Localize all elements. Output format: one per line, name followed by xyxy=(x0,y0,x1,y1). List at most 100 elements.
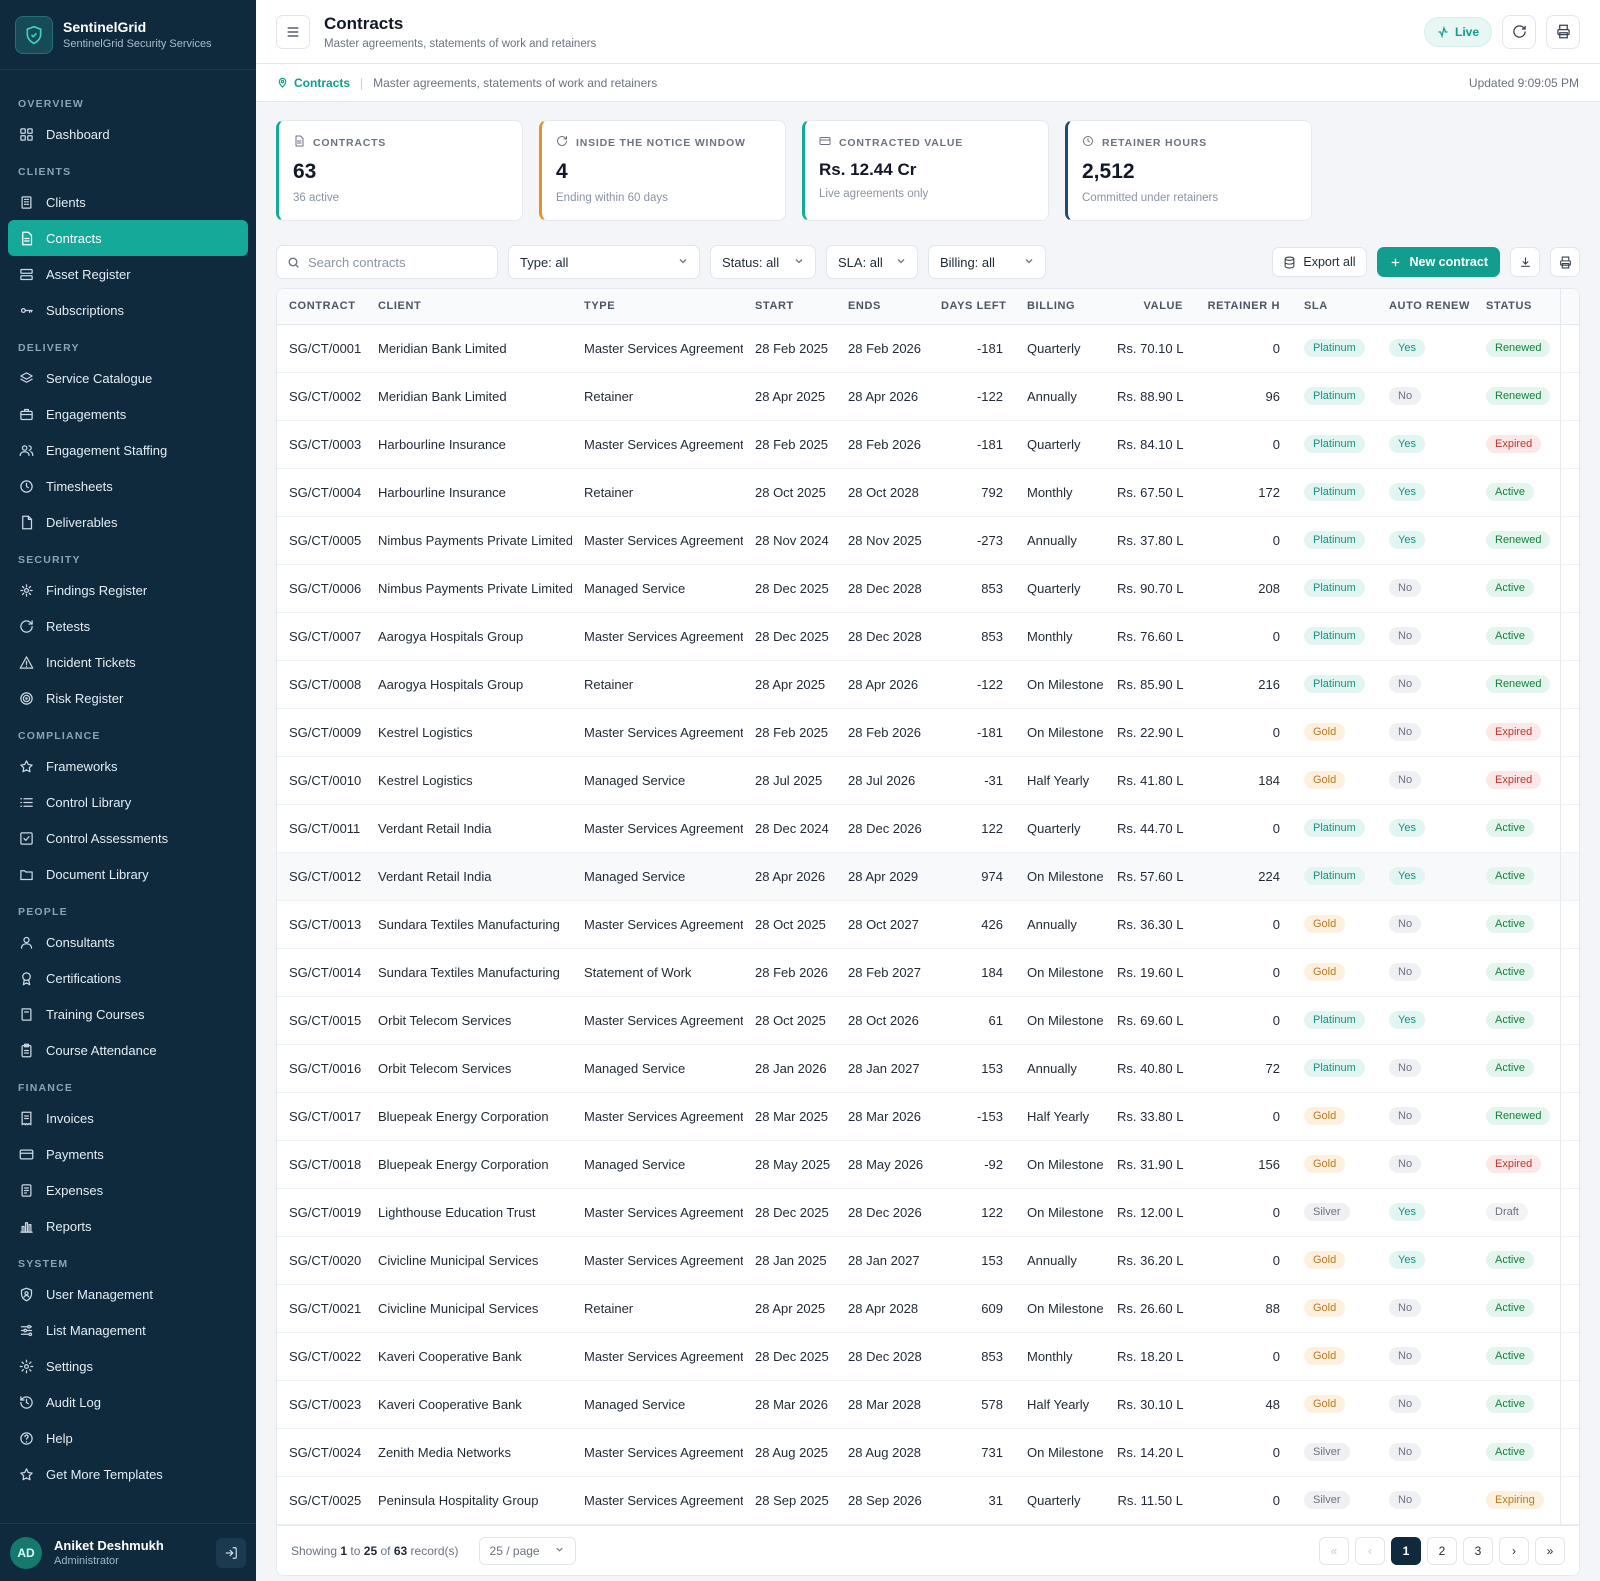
next-page-button[interactable]: › xyxy=(1499,1536,1529,1565)
per-page-select[interactable]: 25 / page xyxy=(478,1536,576,1565)
sidebar-item-certifications[interactable]: Certifications xyxy=(8,960,248,996)
column-header-contract[interactable]: CONTRACT xyxy=(277,289,366,325)
sidebar-item-get-more-templates[interactable]: Get More Templates xyxy=(8,1456,248,1492)
sidebar-item-list-management[interactable]: List Management xyxy=(8,1312,248,1348)
sidebar-item-help[interactable]: Help xyxy=(8,1420,248,1456)
row-actions-cell[interactable] xyxy=(1559,1236,1579,1285)
column-header-auto-renew[interactable]: AUTO RENEW xyxy=(1377,289,1474,325)
row-actions-cell[interactable] xyxy=(1559,1044,1579,1093)
sla-filter-select[interactable]: SLA: all xyxy=(826,245,918,279)
status-filter-select[interactable]: Status: all xyxy=(710,245,816,279)
download-button[interactable] xyxy=(1510,247,1540,277)
row-actions-cell[interactable] xyxy=(1559,1332,1579,1381)
billing-filter-select[interactable]: Billing: all xyxy=(928,245,1046,279)
sidebar-item-control-library[interactable]: Control Library xyxy=(8,784,248,820)
sidebar-item-training-courses[interactable]: Training Courses xyxy=(8,996,248,1032)
row-actions-cell[interactable] xyxy=(1559,564,1579,613)
table-row[interactable]: SG/CT/0015 Orbit Telecom Services Master S… xyxy=(277,996,1579,1045)
table-row[interactable]: SG/CT/0023 Kaveri Cooperative Bank Managed… xyxy=(277,1380,1579,1429)
column-header-days-left[interactable]: DAYS LEFT xyxy=(929,289,1015,325)
row-actions-cell[interactable] xyxy=(1559,324,1579,373)
row-actions-cell[interactable] xyxy=(1559,1380,1579,1429)
row-actions-cell[interactable] xyxy=(1559,852,1579,901)
sidebar-item-retests[interactable]: Retests xyxy=(8,608,248,644)
row-actions-cell[interactable] xyxy=(1559,660,1579,709)
page-button-3[interactable]: 3 xyxy=(1463,1536,1493,1565)
table-row[interactable]: SG/CT/0021 Civicline Municipal Services Re… xyxy=(277,1284,1579,1333)
column-header-sla[interactable]: SLA xyxy=(1292,289,1377,325)
column-header-status[interactable]: STATUS xyxy=(1474,289,1560,325)
column-header-retainer-h[interactable]: RETAINER H xyxy=(1195,289,1292,325)
row-actions-cell[interactable] xyxy=(1559,996,1579,1045)
row-actions-cell[interactable] xyxy=(1559,468,1579,517)
table-row[interactable]: SG/CT/0013 Sundara Textiles Manufacturing… xyxy=(277,900,1579,949)
table-row[interactable]: SG/CT/0001 Meridian Bank Limited Master Se… xyxy=(277,324,1579,373)
sidebar-item-control-assessments[interactable]: Control Assessments xyxy=(8,820,248,856)
logout-button[interactable] xyxy=(216,1537,246,1568)
sidebar-item-dashboard[interactable]: Dashboard xyxy=(8,116,248,152)
live-toggle[interactable]: Live xyxy=(1423,16,1492,47)
prev-page-button[interactable]: ‹ xyxy=(1355,1536,1385,1565)
page-button-2[interactable]: 2 xyxy=(1427,1536,1457,1565)
sidebar-item-course-attendance[interactable]: Course Attendance xyxy=(8,1032,248,1068)
column-header-type[interactable]: TYPE xyxy=(572,289,743,325)
sidebar-item-engagements[interactable]: Engagements xyxy=(8,396,248,432)
row-actions-cell[interactable] xyxy=(1559,516,1579,565)
table-row[interactable]: SG/CT/0007 Aarogya Hospitals Group Master … xyxy=(277,612,1579,661)
row-actions-cell[interactable] xyxy=(1559,1092,1579,1141)
page-button-1[interactable]: 1 xyxy=(1391,1536,1421,1565)
row-actions-cell[interactable] xyxy=(1559,1140,1579,1189)
sidebar-item-audit-log[interactable]: Audit Log xyxy=(8,1384,248,1420)
sidebar-item-service-catalogue[interactable]: Service Catalogue xyxy=(8,360,248,396)
row-actions-cell[interactable] xyxy=(1559,1476,1579,1525)
column-header-start[interactable]: START xyxy=(743,289,836,325)
table-row[interactable]: SG/CT/0014 Sundara Textiles Manufacturing… xyxy=(277,948,1579,997)
sidebar-item-expenses[interactable]: Expenses xyxy=(8,1172,248,1208)
sidebar-item-reports[interactable]: Reports xyxy=(8,1208,248,1244)
sidebar-item-engagement-staffing[interactable]: Engagement Staffing xyxy=(8,432,248,468)
print-button[interactable] xyxy=(1546,14,1580,49)
table-row[interactable]: SG/CT/0006 Nimbus Payments Private Limite… xyxy=(277,564,1579,613)
row-actions-cell[interactable] xyxy=(1559,612,1579,661)
sidebar-item-incident-tickets[interactable]: Incident Tickets xyxy=(8,644,248,680)
table-row[interactable]: SG/CT/0011 Verdant Retail India Master Ser… xyxy=(277,804,1579,853)
sidebar-item-deliverables[interactable]: Deliverables xyxy=(8,504,248,540)
column-header-ends[interactable]: ENDS xyxy=(836,289,929,325)
export-all-button[interactable]: Export all xyxy=(1272,247,1367,277)
table-row[interactable]: SG/CT/0012 Verdant Retail India Managed Se… xyxy=(277,852,1579,901)
sidebar-item-risk-register[interactable]: Risk Register xyxy=(8,680,248,716)
row-actions-cell[interactable] xyxy=(1559,708,1579,757)
table-row[interactable]: SG/CT/0025 Peninsula Hospitality Group Mas… xyxy=(277,1476,1579,1525)
table-row[interactable]: SG/CT/0010 Kestrel Logistics Managed Servi… xyxy=(277,756,1579,805)
sidebar-item-subscriptions[interactable]: Subscriptions xyxy=(8,292,248,328)
column-header-value[interactable]: VALUE xyxy=(1105,289,1195,325)
row-actions-cell[interactable] xyxy=(1559,804,1579,853)
sidebar-item-clients[interactable]: Clients xyxy=(8,184,248,220)
table-row[interactable]: SG/CT/0004 Harbourline Insurance Retainer 2… xyxy=(277,468,1579,517)
table-row[interactable]: SG/CT/0017 Bluepeak Energy Corporation Mas… xyxy=(277,1092,1579,1141)
sidebar-item-frameworks[interactable]: Frameworks xyxy=(8,748,248,784)
table-row[interactable]: SG/CT/0003 Harbourline Insurance Master Se… xyxy=(277,420,1579,469)
avatar[interactable]: AD xyxy=(10,1536,42,1569)
sidebar-item-user-management[interactable]: User Management xyxy=(8,1276,248,1312)
sidebar-item-invoices[interactable]: Invoices xyxy=(8,1100,248,1136)
row-actions-cell[interactable] xyxy=(1559,1188,1579,1237)
table-row[interactable]: SG/CT/0018 Bluepeak Energy Corporation Man… xyxy=(277,1140,1579,1189)
type-filter-select[interactable]: Type: all xyxy=(508,245,700,279)
table-row[interactable]: SG/CT/0020 Civicline Municipal Services Ma… xyxy=(277,1236,1579,1285)
table-row[interactable]: SG/CT/0022 Kaveri Cooperative Bank Master … xyxy=(277,1332,1579,1381)
column-header-client[interactable]: CLIENT xyxy=(366,289,572,325)
search-input[interactable]: Search contracts xyxy=(276,245,498,279)
row-actions-cell[interactable] xyxy=(1559,372,1579,421)
row-actions-cell[interactable] xyxy=(1559,756,1579,805)
column-header-billing[interactable]: BILLING xyxy=(1015,289,1105,325)
table-row[interactable]: SG/CT/0002 Meridian Bank Limited Retainer 2… xyxy=(277,372,1579,421)
brand[interactable]: SentinelGrid SentinelGrid Security Servi… xyxy=(0,0,256,70)
refresh-button[interactable] xyxy=(1502,14,1536,49)
table-row[interactable]: SG/CT/0024 Zenith Media Networks Master Se… xyxy=(277,1428,1579,1477)
print-table-button[interactable] xyxy=(1550,247,1580,277)
last-page-button[interactable]: » xyxy=(1535,1536,1565,1565)
sidebar-item-consultants[interactable]: Consultants xyxy=(8,924,248,960)
sidebar-item-findings-register[interactable]: Findings Register xyxy=(8,572,248,608)
row-actions-cell[interactable] xyxy=(1559,1428,1579,1477)
